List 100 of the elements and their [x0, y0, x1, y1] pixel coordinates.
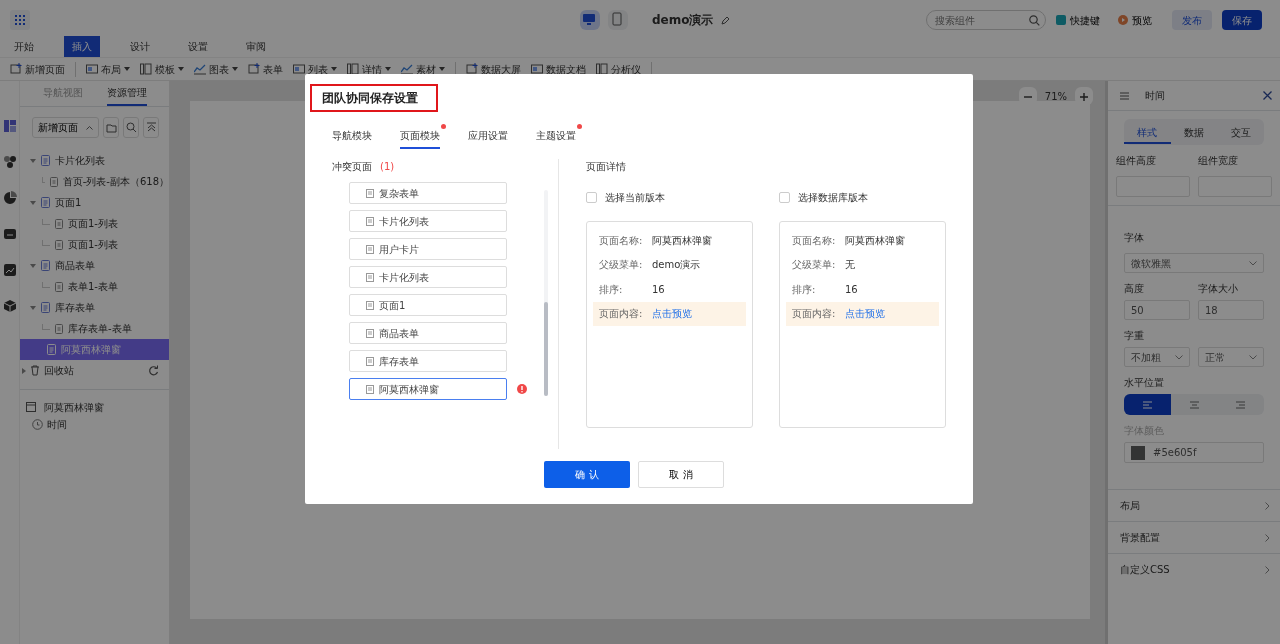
preview-link[interactable]: 点击预览 — [652, 306, 692, 322]
expand-caret-icon[interactable] — [30, 305, 36, 310]
dialog-tab[interactable]: 页面模块 — [400, 126, 440, 149]
toolbar-button[interactable]: 新增页面 — [10, 61, 76, 77]
font-select[interactable]: 微软雅黑 — [1124, 253, 1264, 273]
pie-chart-icon[interactable] — [2, 191, 17, 205]
tree-item[interactable]: 商品表单 — [20, 255, 169, 276]
tool-button[interactable] — [103, 117, 119, 138]
weight-select[interactable]: 不加粗 — [1124, 347, 1190, 367]
page-item[interactable]: 用户卡片 — [349, 238, 507, 260]
toolbar-button[interactable]: 布局 — [86, 61, 130, 77]
close-icon[interactable] — [1263, 91, 1272, 100]
tool-button[interactable] — [143, 117, 159, 138]
menu-tab[interactable]: 设置 — [180, 35, 216, 57]
field-label: 高度 — [1124, 282, 1145, 296]
tool-button[interactable] — [123, 117, 139, 138]
style-tab[interactable]: 数据 — [1170, 120, 1218, 144]
tree-item[interactable]: 阿莫西林弹窗 — [20, 339, 169, 360]
new-page-button[interactable]: 新增页面 — [32, 117, 99, 138]
recycle-bin-label[interactable]: 回收站 — [44, 363, 144, 378]
style-tab[interactable]: 样式 — [1124, 120, 1171, 144]
toolbar-button[interactable]: 模板 — [140, 61, 184, 77]
tree-item[interactable]: 页面1-列表 — [20, 213, 169, 234]
page-item[interactable]: 商品表单 — [349, 322, 507, 344]
caret-icon — [385, 67, 391, 71]
menu-tab[interactable]: 审阅 — [238, 35, 274, 57]
toolbar-button[interactable]: 详情 — [347, 61, 391, 77]
trend-icon[interactable] — [2, 263, 17, 277]
tree-item[interactable]: 库存表单-表单 — [20, 318, 169, 339]
layout-icon[interactable] — [2, 119, 17, 133]
clock-icon — [32, 418, 43, 430]
zoom-in-button[interactable] — [1075, 87, 1093, 105]
component-tree-item[interactable]: 阿莫西林弹窗 — [44, 399, 104, 415]
expand-caret-icon[interactable] — [30, 158, 36, 163]
cube-icon[interactable] — [2, 299, 17, 313]
document-icon — [366, 328, 374, 338]
component-tree-item[interactable]: 时间 — [47, 416, 67, 432]
tree-item[interactable]: 页面1 — [20, 192, 169, 213]
page-item[interactable]: 复杂表单 — [349, 182, 507, 204]
save-button[interactable]: 保存 — [1222, 10, 1263, 30]
document-icon — [40, 155, 51, 166]
dialog-tab[interactable]: 应用设置 — [468, 126, 508, 149]
toolbar-button[interactable]: 数据文档 — [531, 61, 586, 77]
section-row[interactable]: 布局 — [1108, 489, 1280, 521]
toolbar-button[interactable]: 图表 — [194, 61, 238, 77]
field-label: 排序: — [792, 282, 817, 297]
tree-item[interactable]: 页面1-列表 — [20, 234, 169, 255]
page-item[interactable]: 库存表单 — [349, 350, 507, 372]
shortcut-button[interactable]: 快捷键 — [1056, 12, 1101, 28]
style-tab[interactable]: 交互 — [1217, 120, 1264, 144]
field-label: 页面名称: — [599, 233, 644, 248]
menu-tab[interactable]: 插入 — [64, 35, 100, 57]
checkbox[interactable]: 选择当前版本 — [586, 190, 753, 205]
field-label: 页面内容: — [792, 307, 837, 322]
toolbar-button[interactable]: 列表 — [293, 61, 337, 77]
tree-item[interactable]: 表单1-表单 — [20, 276, 169, 297]
dialog-tab[interactable]: 主题设置 — [536, 126, 576, 149]
field-label: 字体大小 — [1198, 282, 1239, 296]
align-left-button[interactable] — [1124, 394, 1171, 415]
menu-tab[interactable]: 设计 — [122, 35, 158, 57]
caret-icon — [178, 67, 184, 71]
document-icon — [366, 272, 374, 282]
dialog-tab[interactable]: 导航模块 — [332, 126, 372, 149]
field-label: 水平位置 — [1124, 376, 1165, 390]
expand-caret-icon[interactable] — [30, 200, 36, 205]
page-item[interactable]: 卡片化列表 — [349, 210, 507, 232]
search-field[interactable]: 搜索组件 — [926, 10, 1047, 30]
input-field[interactable]: 50 — [1124, 300, 1190, 320]
scrollbar[interactable] — [544, 190, 548, 396]
tree-item[interactable]: 首页-列表-副本（618） — [20, 171, 169, 192]
tree-item[interactable]: 库存表单 — [20, 297, 169, 318]
apps-menu-icon[interactable] — [10, 10, 30, 30]
preview-link[interactable]: 点击预览 — [845, 306, 885, 322]
hexagons-icon[interactable] — [2, 155, 17, 169]
page-item[interactable]: 阿莫西林弹窗 — [349, 378, 507, 400]
desktop-view-button[interactable] — [580, 10, 600, 30]
page-item[interactable]: 页面1 — [349, 294, 507, 316]
document-icon — [366, 356, 374, 366]
input-field[interactable]: 18 — [1198, 300, 1264, 320]
expand-caret-icon[interactable] — [30, 263, 36, 268]
collapsed-caret-icon[interactable] — [22, 367, 26, 374]
section-row[interactable]: 背景配置 — [1108, 521, 1280, 553]
edit-icon[interactable] — [721, 15, 731, 25]
panel-tab[interactable]: 资源管理 — [106, 81, 147, 106]
cancel-button[interactable]: 取 消 — [638, 461, 724, 488]
toolbar-button[interactable]: 数据大屏 — [466, 61, 521, 77]
section-row[interactable]: 自定义CSS — [1108, 553, 1280, 585]
weight-select[interactable]: 正常 — [1198, 347, 1264, 367]
refresh-icon[interactable] — [148, 365, 159, 376]
tablet-view-button[interactable] — [608, 10, 628, 30]
menu-tab[interactable]: 开始 — [6, 35, 42, 57]
tree-item[interactable]: 卡片化列表 — [20, 150, 169, 171]
preview-button[interactable]: 预览 — [1118, 12, 1153, 28]
color-field[interactable]: #5e605f — [1124, 442, 1264, 463]
line-chart-icon — [194, 63, 206, 75]
toolbar-button[interactable]: 表单 — [248, 61, 283, 77]
confirm-button[interactable]: 确 认 — [544, 461, 630, 488]
publish-button[interactable]: 发布 — [1172, 10, 1213, 30]
checkbox[interactable]: 选择数据库版本 — [779, 190, 946, 205]
page-item[interactable]: 卡片化列表 — [349, 266, 507, 288]
